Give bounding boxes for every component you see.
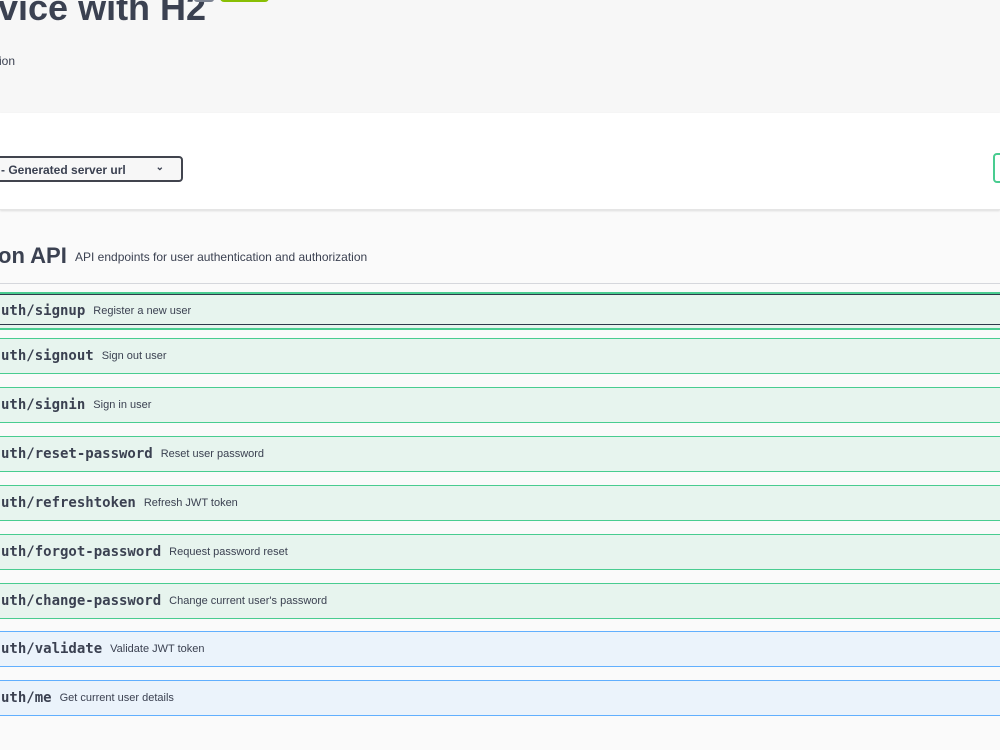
title-badges	[194, 0, 269, 2]
operation-summary: Sign out user	[101, 350, 167, 362]
operation-change-password[interactable]: uth/change-password Change current user'…	[0, 583, 1000, 619]
operation-path: uth/me	[1, 690, 52, 706]
version-badge	[194, 0, 214, 2]
info-header: vice with H2 ion	[0, 0, 1000, 113]
operation-path: uth/signout	[1, 348, 94, 364]
tag-name: on API	[0, 243, 67, 268]
operation-summary: Change current user's password	[169, 595, 328, 607]
operation-forgot-password[interactable]: uth/forgot-password Request password res…	[0, 534, 1000, 570]
operation-path: uth/signin	[1, 397, 86, 413]
operation-summary: Request password reset	[169, 546, 288, 558]
operation-signout[interactable]: uth/signout Sign out user	[0, 338, 1000, 374]
servers-select[interactable]: - Generated server url ⌄	[0, 156, 183, 182]
chevron-down-icon: ⌄	[155, 162, 164, 173]
operation-me[interactable]: uth/me Get current user details	[0, 680, 1000, 716]
operation-path: uth/refreshtoken	[1, 495, 136, 511]
operation-signin[interactable]: uth/signin Sign in user	[0, 387, 1000, 423]
operation-summary: Refresh JWT token	[143, 497, 238, 509]
scheme-container: - Generated server url ⌄	[0, 113, 1000, 210]
operation-path: uth/validate	[1, 641, 103, 657]
operation-path: uth/forgot-password	[1, 544, 162, 560]
operation-summary: Validate JWT token	[110, 643, 205, 655]
operation-summary: Register a new user	[93, 305, 192, 317]
operation-summary: Get current user details	[59, 692, 174, 704]
tag-header[interactable]: on API API endpoints for user authentica…	[0, 210, 1000, 284]
servers-select-value: - Generated server url	[1, 163, 126, 177]
authorize-button[interactable]	[993, 153, 1000, 183]
operation-summary: Reset user password	[160, 448, 265, 460]
api-title: vice with H2	[0, 0, 207, 28]
operation-path: uth/change-password	[1, 593, 162, 609]
operation-path: uth/reset-password	[1, 446, 153, 462]
operation-signup[interactable]: uth/signup Register a new user	[0, 293, 1000, 329]
oas-badge	[220, 0, 269, 2]
operation-reset-password[interactable]: uth/reset-password Reset user password	[0, 436, 1000, 472]
api-description: ion	[0, 54, 16, 68]
operation-summary: Sign in user	[93, 399, 152, 411]
operation-refreshtoken[interactable]: uth/refreshtoken Refresh JWT token	[0, 485, 1000, 521]
operation-validate[interactable]: uth/validate Validate JWT token	[0, 631, 1000, 667]
operation-path: uth/signup	[1, 303, 86, 319]
tag-description: API endpoints for user authentication an…	[75, 250, 368, 264]
